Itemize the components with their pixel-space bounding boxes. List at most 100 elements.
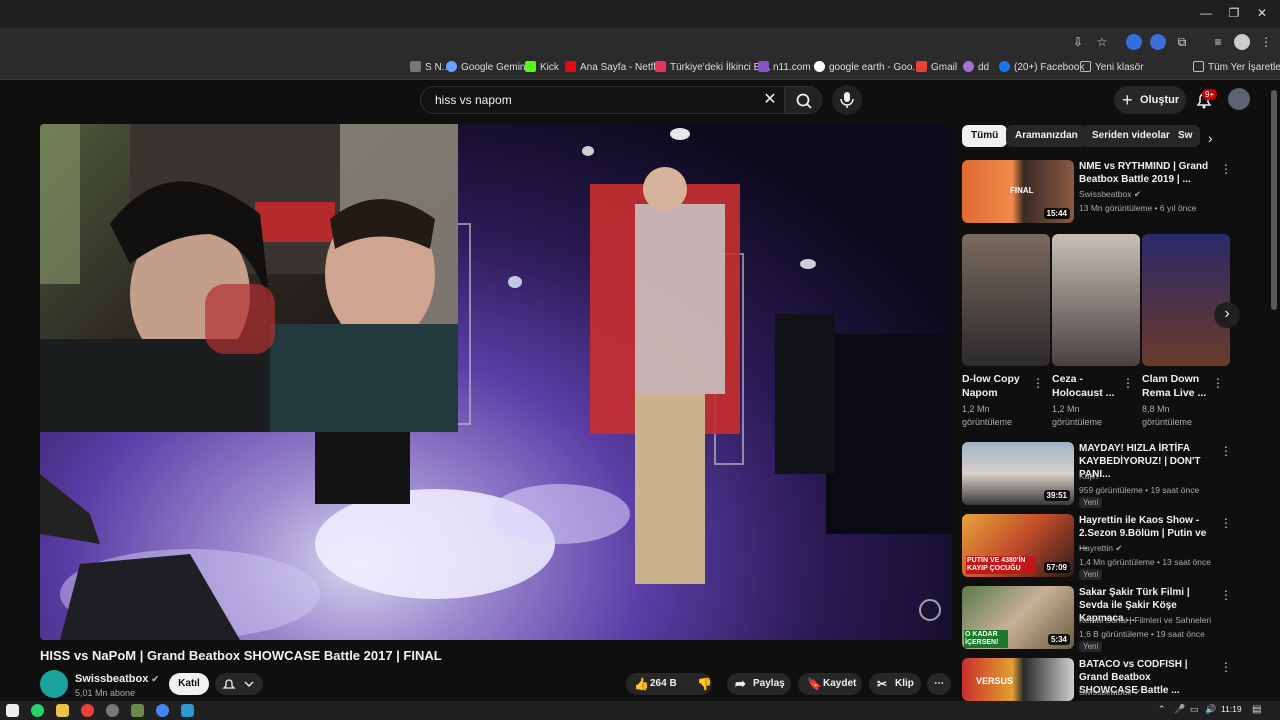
video-thumbnail[interactable]: VERSUS xyxy=(962,658,1074,701)
bookmark-item[interactable]: google earth - Goo... xyxy=(814,60,921,76)
close-window-icon[interactable]: ✕ xyxy=(1252,6,1272,20)
bookmark-star-icon[interactable]: ☆ xyxy=(1094,34,1110,50)
clear-search-icon[interactable]: ✕ xyxy=(760,90,780,110)
bookmark-item[interactable]: (20+) Facebook xyxy=(999,60,1084,76)
all-bookmarks-folder[interactable]: Tüm Yer İşaretleri xyxy=(1193,60,1280,76)
more-options-icon[interactable]: ⋮ xyxy=(1032,377,1044,389)
chrome-icon[interactable] xyxy=(81,704,94,717)
channel-name[interactable]: Swissbeatbox ✔ xyxy=(1079,687,1141,698)
more-options-icon[interactable]: ⋮ xyxy=(1220,163,1232,175)
more-options-icon[interactable]: ⋮ xyxy=(1220,589,1232,601)
channel-avatar[interactable] xyxy=(40,670,68,698)
profile-icon[interactable] xyxy=(1234,34,1250,50)
search-button[interactable] xyxy=(784,86,822,114)
bookmark-item[interactable]: Ana Sayfa - Netflix xyxy=(565,60,663,76)
channel-name[interactable]: Hayrettin ✔ xyxy=(1079,543,1123,554)
channel-name-text: Swissbeatbox xyxy=(1079,687,1132,697)
channel-name[interactable]: Kajiri xyxy=(1079,471,1098,481)
video-title: HISS vs NaPoM | Grand Beatbox SHOWCASE B… xyxy=(40,648,442,663)
more-options-icon[interactable]: ⋮ xyxy=(1220,445,1232,457)
video-player[interactable] xyxy=(40,124,952,640)
channel-name-text: Hayrettin xyxy=(1079,543,1114,553)
extensions-puzzle-icon[interactable]: ⧉ xyxy=(1174,34,1190,50)
extension-icon-2[interactable] xyxy=(1150,34,1166,50)
bookmark-label: Tüm Yer İşaretleri xyxy=(1208,62,1280,73)
bookmark-folder[interactable]: Yeni klasör xyxy=(1080,60,1144,76)
short-thumbnail[interactable] xyxy=(962,234,1050,366)
tray-mic-icon[interactable]: 🎤 xyxy=(1174,704,1185,715)
notification-center-icon[interactable]: ▤ xyxy=(1252,704,1261,715)
video-thumbnail[interactable]: FINAL 15:44 xyxy=(962,160,1074,223)
dislike-icon[interactable]: 👎 xyxy=(697,673,712,695)
video-meta: 959 görüntüleme • 19 saat önce xyxy=(1079,485,1200,495)
create-button[interactable]: + Oluştur xyxy=(1114,86,1186,114)
bookmark-item[interactable]: Gmail xyxy=(916,60,957,76)
more-actions-button[interactable]: ⋯ xyxy=(927,673,951,695)
channel-name[interactable]: Swissbeatbox ✔ xyxy=(75,673,159,685)
video-title-link[interactable]: MAYDAY! HIZLA İRTİFA KAYBEDİYORUZ! | DON… xyxy=(1079,442,1209,481)
chrome-icon-2[interactable] xyxy=(156,704,169,717)
search-input[interactable]: hiss vs napom xyxy=(420,86,784,114)
tray-chevron-icon[interactable]: ⌃ xyxy=(1158,704,1166,715)
channel-name-text: Swissbeatbox xyxy=(75,673,149,685)
account-avatar[interactable] xyxy=(1228,88,1250,110)
channel-name[interactable]: Swissbeatbox ✔ xyxy=(1079,189,1141,200)
bookmark-label: Google Gemini xyxy=(461,62,528,73)
channel-name[interactable]: Kemal Sunal | Filmleri ve Sahneleri xyxy=(1079,615,1211,625)
install-app-icon[interactable]: ⇩ xyxy=(1070,34,1086,50)
volume-icon[interactable]: 🔊 xyxy=(1205,704,1216,715)
minimize-icon[interactable]: — xyxy=(1196,6,1216,20)
chip-series[interactable]: Seriden videolar xyxy=(1083,125,1179,147)
bookmark-item[interactable]: n11.com xyxy=(758,60,811,76)
extension-icon[interactable] xyxy=(1126,34,1142,50)
app-icon[interactable] xyxy=(106,704,119,717)
whatsapp-icon[interactable] xyxy=(31,704,44,717)
bookmark-label: n11.com xyxy=(773,62,811,73)
bookmark-item[interactable]: dd xyxy=(963,60,989,76)
bookmark-label: Kick xyxy=(540,62,559,73)
more-options-icon[interactable]: ⋮ xyxy=(1220,661,1232,673)
chip-all[interactable]: Tümü xyxy=(962,125,1008,147)
video-thumbnail[interactable]: O KADAR İÇERSEN! 5:34 xyxy=(962,586,1074,649)
join-button[interactable]: Katıl xyxy=(169,673,209,695)
more-options-icon[interactable]: ⋮ xyxy=(1212,377,1224,389)
short-title[interactable]: D-low Copy Napom xyxy=(962,372,1036,400)
chip-swissbeatbox[interactable]: Sw xyxy=(1172,125,1200,147)
file-explorer-icon[interactable] xyxy=(56,704,69,717)
new-badge: Yeni xyxy=(1079,641,1103,652)
short-thumbnail[interactable] xyxy=(1052,234,1140,366)
chips-next-icon[interactable]: › xyxy=(1208,130,1213,146)
chip-from-search[interactable]: Aramanızdan xyxy=(1006,125,1087,147)
tab-search-icon[interactable]: ≡ xyxy=(1210,34,1226,50)
shorts-next-icon[interactable]: › xyxy=(1214,302,1240,328)
video-thumbnail[interactable]: PUTİN VE 4380'İN KAYIP ÇOCUĞU 57:09 xyxy=(962,514,1074,577)
video-thumbnail[interactable]: 39:51 xyxy=(962,442,1074,505)
clip-button[interactable]: ✂ Klip xyxy=(869,673,921,695)
bookmark-item[interactable]: Google Gemini xyxy=(446,60,528,76)
like-button[interactable]: 👍 264 B 👎 xyxy=(626,673,712,695)
app-icon-3[interactable] xyxy=(181,704,194,717)
bookmark-label: Ana Sayfa - Netflix xyxy=(580,62,663,73)
network-icon[interactable]: ▭ xyxy=(1190,704,1199,715)
bookmark-item[interactable]: S N... xyxy=(410,60,450,76)
video-title-link[interactable]: NME vs RYTHMIND | Grand Beatbox Battle 2… xyxy=(1079,160,1209,186)
short-thumbnail[interactable] xyxy=(1142,234,1230,366)
start-icon[interactable] xyxy=(6,704,19,717)
taskbar-clock[interactable]: 11:19 xyxy=(1221,704,1242,714)
save-button[interactable]: 🔖 Kaydet xyxy=(798,673,862,695)
more-options-icon[interactable]: ⋮ xyxy=(1220,517,1232,529)
short-title[interactable]: Ceza - Holocaust ... xyxy=(1052,372,1126,400)
subscription-bell-button[interactable] xyxy=(215,673,263,695)
app-icon-2[interactable] xyxy=(131,704,144,717)
maximize-icon[interactable]: ❐ xyxy=(1224,6,1244,20)
bookmark-item[interactable]: Kick xyxy=(525,60,559,76)
bookmarks-bar: S N... Google Gemini Kick Ana Sayfa - Ne… xyxy=(0,56,1280,80)
page-scrollbar[interactable] xyxy=(1271,90,1277,310)
bookmark-item[interactable]: Türkiye'deki İlkinci El... xyxy=(655,60,771,76)
short-title[interactable]: Clam Down Rema Live ... xyxy=(1142,372,1216,400)
share-button[interactable]: ➦ Paylaş xyxy=(727,673,791,695)
chrome-menu-icon[interactable]: ⋮ xyxy=(1258,34,1274,50)
bookmark-label: Yeni klasör xyxy=(1095,62,1144,73)
more-options-icon[interactable]: ⋮ xyxy=(1122,377,1134,389)
voice-search-button[interactable] xyxy=(832,85,862,115)
